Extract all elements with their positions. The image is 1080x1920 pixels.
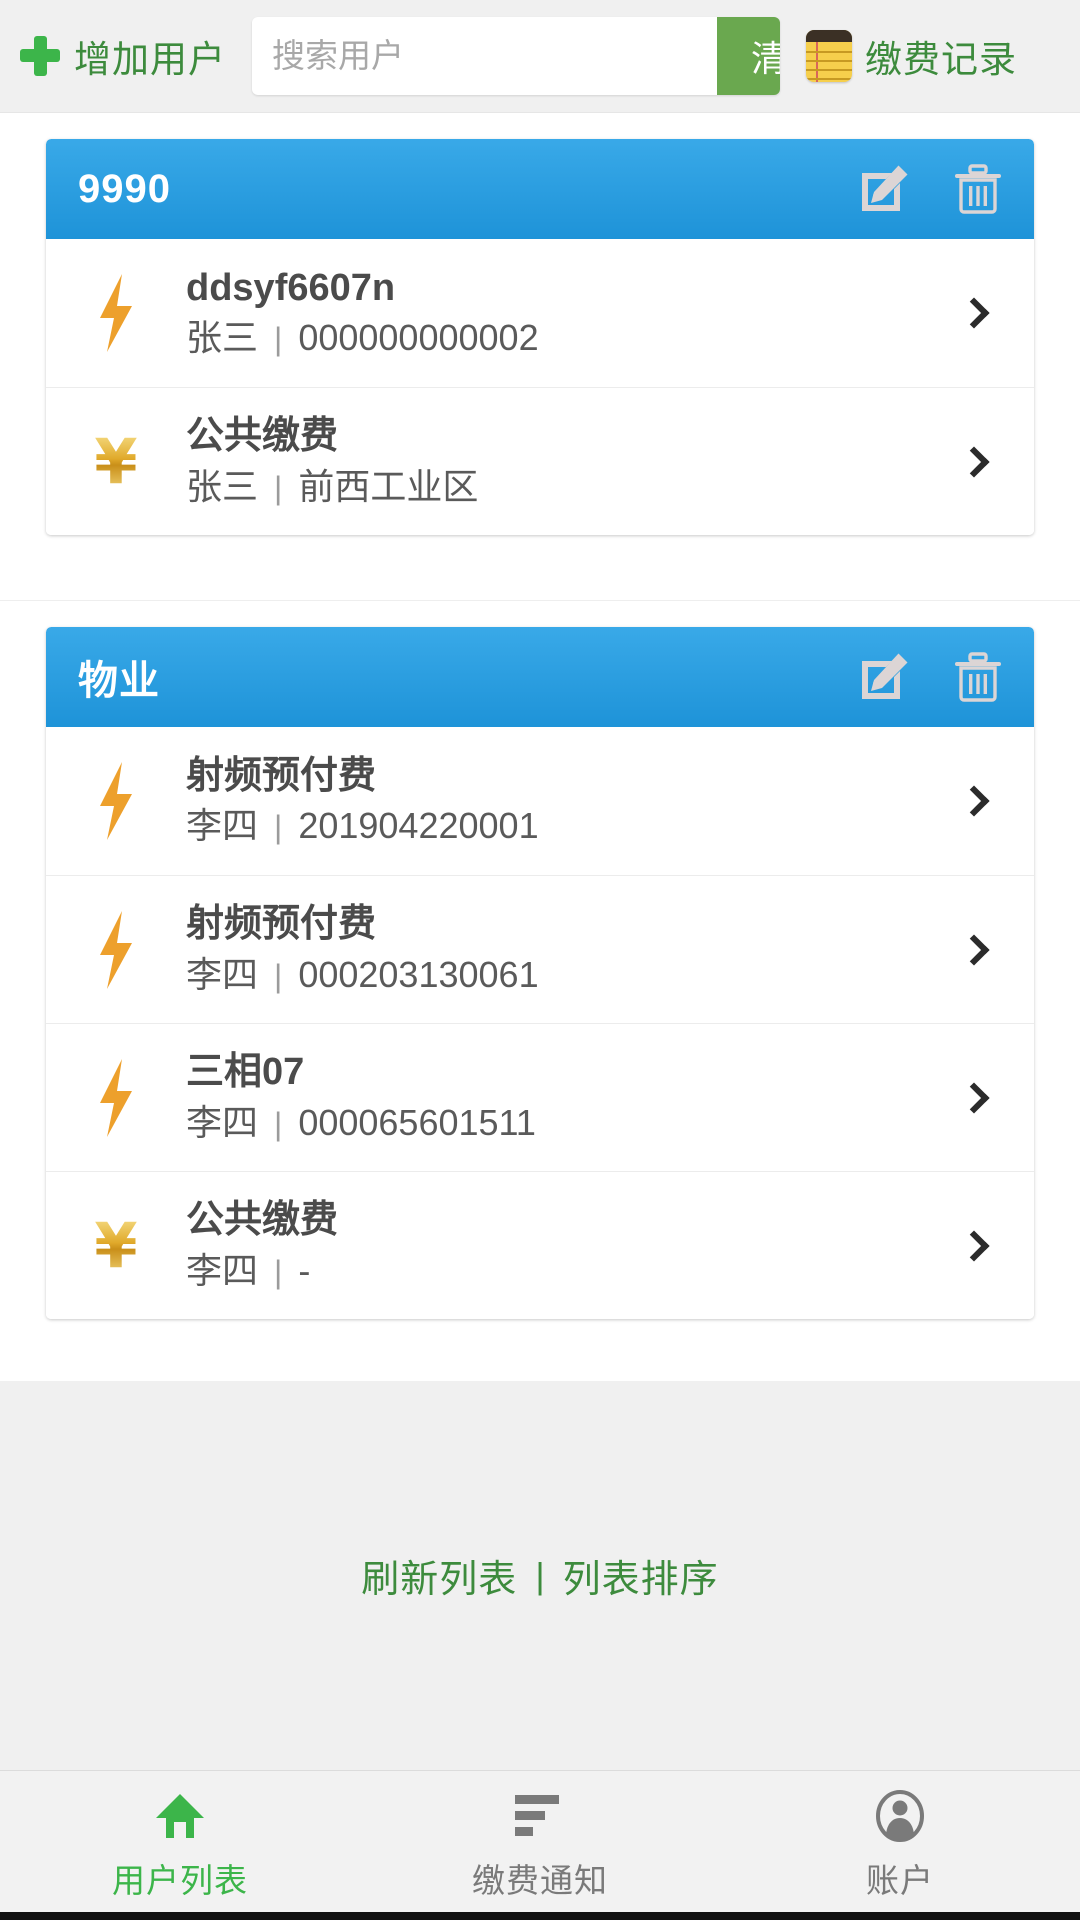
list-item-text: 公共缴费 张三 | 前西工业区 [186, 391, 944, 532]
clear-button[interactable]: 清除 [717, 17, 780, 95]
meter-name: ddsyf6607n [186, 267, 944, 311]
tab-user-list[interactable]: 用户列表 [0, 1771, 360, 1920]
system-nav-bar [0, 1912, 1080, 1920]
meter-owner: 李四 [186, 804, 258, 847]
add-user-label: 增加用户 [74, 29, 226, 83]
user-card: 9990 [46, 139, 1034, 535]
bolt-icon [46, 911, 186, 989]
tab-account[interactable]: 账户 [720, 1771, 1080, 1920]
chevron-right-icon[interactable] [944, 1235, 1004, 1257]
meter-detail: 201904220001 [298, 804, 538, 847]
meter-owner: 张三 [186, 465, 258, 508]
meter-name: 公共缴费 [186, 415, 944, 459]
meter-detail: 000203130061 [298, 953, 538, 996]
list-item[interactable]: ¥ 公共缴费 张三 | 前西工业区 [46, 387, 1034, 535]
bottom-tab-bar: 用户列表 缴费通知 账户 [0, 1770, 1080, 1920]
trash-icon[interactable] [952, 651, 1004, 703]
user-card-header: 物业 [46, 627, 1034, 727]
tab-payment-notice[interactable]: 缴费通知 [360, 1771, 720, 1920]
chevron-right-icon[interactable] [944, 939, 1004, 961]
refresh-list-link[interactable]: 刷新列表 [361, 1548, 517, 1603]
list-item[interactable]: 射频预付费 李四 | 000203130061 [46, 875, 1034, 1023]
app-screen: 增加用户 清除 缴费记录 9990 [0, 0, 1080, 1920]
user-card-title: 9990 [78, 167, 858, 212]
tab-payment-notice-label: 缴费通知 [472, 1854, 608, 1902]
bolt-icon [46, 762, 186, 840]
meter-separator: | [258, 1253, 298, 1291]
meter-subtitle: 李四 | 000203130061 [186, 953, 944, 996]
user-card-actions [858, 163, 1004, 215]
meter-detail: 000065601511 [298, 1101, 536, 1144]
meter-subtitle: 李四 | 000065601511 [186, 1101, 944, 1144]
list-item-text: 射频预付费 李四 | 201904220001 [186, 731, 944, 872]
bolt-icon [46, 274, 186, 352]
list-item-text: 三相07 李四 | 000065601511 [186, 1027, 944, 1168]
user-card-title: 物业 [78, 648, 858, 706]
trash-icon[interactable] [952, 163, 1004, 215]
list-item[interactable]: ddsyf6607n 张三 | 000000000002 [46, 239, 1034, 387]
chevron-right-icon[interactable] [944, 790, 1004, 812]
bolt-icon [46, 1059, 186, 1137]
meter-subtitle: 李四 | - [186, 1249, 944, 1292]
plus-icon [18, 34, 62, 78]
meter-detail: 前西工业区 [298, 465, 478, 508]
add-user-button[interactable]: 增加用户 [18, 29, 252, 83]
user-card-actions [858, 651, 1004, 703]
list-item-text: ddsyf6607n 张三 | 000000000002 [186, 243, 944, 384]
meter-list: ddsyf6607n 张三 | 000000000002 ¥ 公共缴 [46, 239, 1034, 535]
meter-subtitle: 张三 | 前西工业区 [186, 465, 944, 508]
top-toolbar: 增加用户 清除 缴费记录 [0, 0, 1080, 112]
meter-separator: | [258, 957, 298, 995]
footer-separator: | [517, 1555, 562, 1597]
list-item-text: 公共缴费 李四 | - [186, 1175, 944, 1316]
edit-icon[interactable] [858, 651, 910, 703]
user-card: 物业 [46, 627, 1034, 1319]
meter-detail: 000000000002 [298, 316, 538, 359]
meter-separator: | [258, 320, 298, 358]
meter-owner: 张三 [186, 316, 258, 359]
list-icon [513, 1790, 567, 1842]
meter-detail: - [298, 1249, 310, 1292]
chevron-right-icon[interactable] [944, 1087, 1004, 1109]
meter-name: 射频预付费 [186, 755, 944, 799]
meter-name: 射频预付费 [186, 903, 944, 947]
meter-owner: 李四 [186, 1249, 258, 1292]
meter-subtitle: 张三 | 000000000002 [186, 316, 944, 359]
user-card-header: 9990 [46, 139, 1034, 239]
payment-records-button[interactable]: 缴费记录 [780, 29, 1017, 83]
list-footer-actions: 刷新列表 | 列表排序 [0, 1381, 1080, 1770]
payment-records-label: 缴费记录 [865, 29, 1017, 83]
list-item[interactable]: 三相07 李四 | 000065601511 [46, 1023, 1034, 1171]
meter-subtitle: 李四 | 201904220001 [186, 804, 944, 847]
search-bar: 清除 [252, 17, 780, 95]
home-icon [154, 1790, 206, 1842]
yen-icon: ¥ [46, 1215, 186, 1277]
meter-separator: | [258, 808, 298, 846]
chevron-right-icon[interactable] [944, 302, 1004, 324]
card-bottom-spacer [0, 1319, 1080, 1381]
list-item[interactable]: 射频预付费 李四 | 201904220001 [46, 727, 1034, 875]
meter-name: 公共缴费 [186, 1199, 944, 1243]
edit-icon[interactable] [858, 163, 910, 215]
meter-separator: | [258, 1105, 298, 1143]
meter-name: 三相07 [186, 1051, 944, 1095]
tab-user-list-label: 用户列表 [112, 1854, 248, 1902]
meter-owner: 李四 [186, 953, 258, 996]
list-item[interactable]: ¥ 公共缴费 李四 | - [46, 1171, 1034, 1319]
search-input[interactable] [252, 17, 717, 95]
chevron-right-icon[interactable] [944, 451, 1004, 473]
meter-separator: | [258, 469, 298, 507]
notepad-icon [806, 30, 852, 82]
meter-list: 射频预付费 李四 | 201904220001 [46, 727, 1034, 1319]
sort-list-link[interactable]: 列表排序 [563, 1548, 719, 1603]
meter-owner: 李四 [186, 1101, 258, 1144]
list-item-text: 射频预付费 李四 | 000203130061 [186, 879, 944, 1020]
person-icon [874, 1790, 926, 1842]
tab-account-label: 账户 [866, 1854, 934, 1902]
user-list-scroll-area[interactable]: 9990 [0, 112, 1080, 1770]
yen-icon: ¥ [46, 431, 186, 493]
card-divider [0, 535, 1080, 601]
